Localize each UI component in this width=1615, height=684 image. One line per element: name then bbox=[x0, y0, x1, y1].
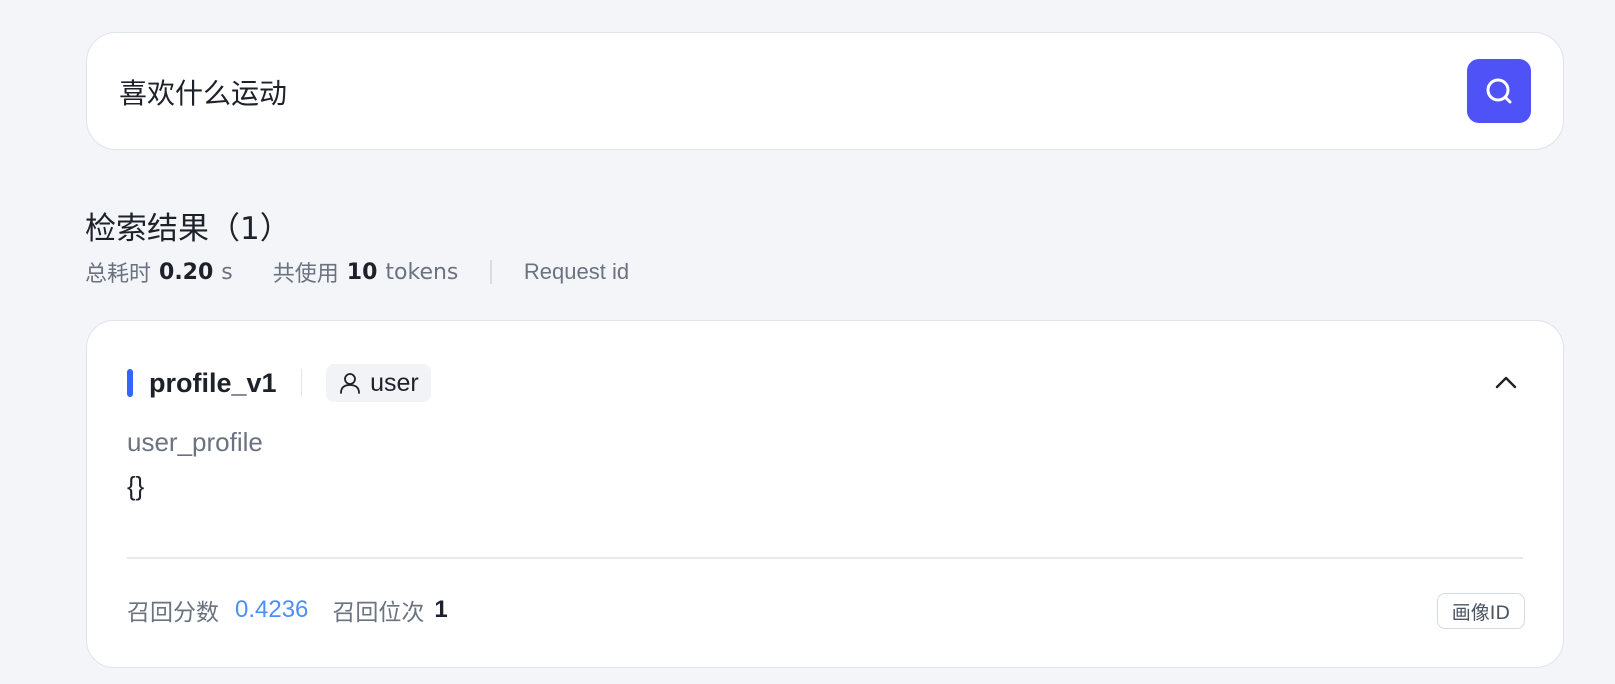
results-title: 检索结果（1） bbox=[85, 211, 291, 247]
user-tag-label: user bbox=[370, 368, 419, 397]
accent-bar bbox=[127, 369, 133, 397]
card-divider bbox=[127, 557, 1523, 559]
score-value: 0.4236 bbox=[235, 596, 309, 623]
retrieval-page: 检索结果（1） 总耗时 0.20 s 共使用 10 tokens Request… bbox=[0, 0, 1615, 684]
rank-value: 1 bbox=[434, 596, 448, 623]
stats-divider bbox=[490, 260, 492, 284]
score-label: 召回分数 bbox=[127, 600, 219, 626]
profile-type-label: user_profile bbox=[127, 427, 263, 457]
chevron-up-icon bbox=[1494, 374, 1518, 390]
tokens-value: 10 bbox=[346, 259, 378, 285]
rank-label: 召回位次 bbox=[332, 600, 425, 626]
profile-content: {} bbox=[127, 471, 145, 501]
time-label: 总耗时 bbox=[85, 262, 152, 287]
tokens-label: 共使用 bbox=[272, 262, 339, 287]
search-button[interactable] bbox=[1467, 59, 1531, 123]
header-divider bbox=[300, 369, 303, 397]
user-icon bbox=[338, 371, 370, 395]
profile-name: profile_v1 bbox=[149, 367, 277, 398]
user-tag: user bbox=[326, 364, 431, 402]
collapse-button[interactable] bbox=[1489, 365, 1523, 399]
result-card: profile_v1 user user_profile {} 召回分数 0.4… bbox=[86, 320, 1564, 668]
tokens-unit: tokens bbox=[385, 259, 459, 285]
result-card-footer: 召回分数 0.4236 召回位次 1 bbox=[127, 593, 448, 627]
results-stats: 总耗时 0.20 s 共使用 10 tokens Request id bbox=[85, 256, 629, 288]
search-box bbox=[86, 32, 1564, 150]
time-value: 0.20 bbox=[159, 259, 214, 285]
search-input[interactable] bbox=[119, 67, 1419, 117]
request-id-label: Request id bbox=[523, 259, 630, 284]
time-unit: s bbox=[221, 259, 233, 285]
result-card-header: profile_v1 user bbox=[127, 363, 431, 403]
profile-id-button[interactable]: 画像ID bbox=[1436, 593, 1525, 629]
search-icon bbox=[1484, 76, 1514, 106]
